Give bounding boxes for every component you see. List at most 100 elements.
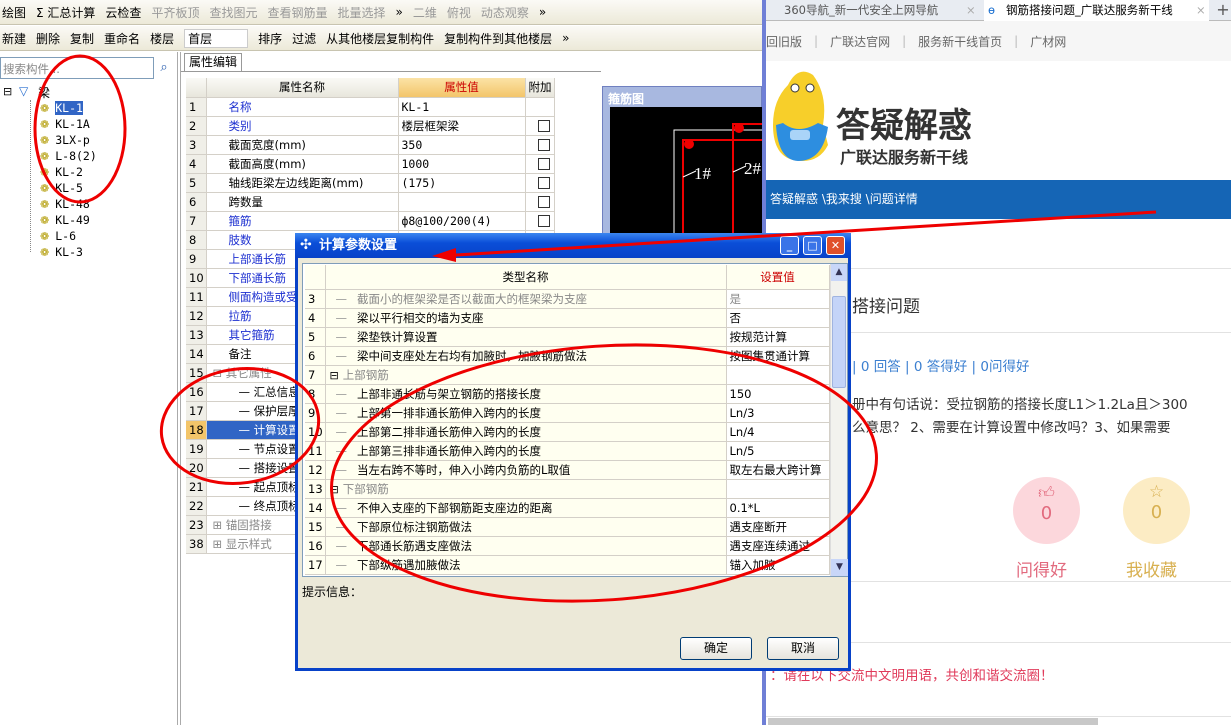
search-input[interactable]: 搜索构件...: [0, 57, 154, 79]
toolbar-item[interactable]: Σ 汇总计算: [36, 4, 95, 21]
toolbar-item[interactable]: 删除: [36, 30, 60, 47]
property-row[interactable]: 5 轴线距梁左边线距离(mm) (175): [186, 173, 555, 193]
settings-row[interactable]: 8 — 上部非通长筋与架立钢筋的搭接长度 150: [305, 384, 830, 404]
scroll-down-icon[interactable]: ▼: [831, 559, 848, 576]
toolbar-item[interactable]: 俯视: [447, 4, 471, 21]
property-value[interactable]: 楼层框架梁: [398, 116, 526, 136]
vertical-scrollbar[interactable]: ▲ ▼: [830, 264, 848, 576]
nav-link[interactable]: 广材网: [1030, 33, 1066, 50]
browser-tab-360[interactable]: 360导航_新一代安全上网导航 ×: [770, 1, 980, 20]
nav-link[interactable]: 广联达官网: [830, 33, 890, 50]
property-value[interactable]: ф8@100/200(4): [398, 211, 526, 231]
settings-row[interactable]: 15 — 下部原位标注钢筋做法 遇支座断开: [305, 517, 830, 537]
toolbar-item[interactable]: 绘图: [2, 4, 26, 21]
toolbar-item[interactable]: »: [562, 31, 569, 45]
settings-row[interactable]: 11 — 上部第三排非通长筋伸入跨内的长度 Ln/5: [305, 441, 830, 461]
close-icon[interactable]: ×: [1196, 0, 1206, 20]
toolbar-item[interactable]: 复制: [70, 30, 94, 47]
floor-select[interactable]: 首层: [184, 28, 249, 48]
tree-item[interactable]: ❁ L-8(2): [40, 148, 97, 164]
setting-value[interactable]: Ln/5: [726, 441, 830, 461]
close-button[interactable]: ✕: [826, 236, 845, 255]
tree-item[interactable]: ❁ 3LX-p: [40, 132, 90, 148]
property-value[interactable]: 350: [398, 135, 526, 155]
extra-checkbox[interactable]: [537, 158, 550, 170]
toolbar-item[interactable]: »: [396, 5, 403, 19]
setting-value[interactable]: [726, 365, 830, 385]
tree-item[interactable]: ❁ KL-3: [40, 244, 83, 260]
cancel-button[interactable]: 取消: [767, 637, 839, 660]
toolbar-item[interactable]: 重命名: [104, 30, 140, 47]
toolbar-item[interactable]: 平齐板顶: [151, 4, 199, 21]
settings-row[interactable]: 6 — 梁中间支座处左右均有加腋时，加腋钢筋做法 按图集贯通计算: [305, 346, 830, 366]
toolbar-item[interactable]: 查看钢筋量: [267, 4, 327, 21]
settings-row[interactable]: 14 — 不伸入支座的下部钢筋距支座边的距离 0.1*L: [305, 498, 830, 518]
extra-checkbox[interactable]: [537, 139, 550, 151]
property-row[interactable]: 4 截面高度(mm) 1000: [186, 154, 555, 174]
extra-checkbox[interactable]: [537, 196, 550, 208]
extra-checkbox[interactable]: [537, 120, 550, 132]
toolbar-item[interactable]: »: [539, 5, 546, 19]
tab-property-edit[interactable]: 属性编辑: [184, 53, 242, 71]
breadcrumb[interactable]: 答疑解惑 \我来搜 \问题详情: [766, 180, 1231, 219]
browser-tab-active[interactable]: ɵ 钢筋搭接问题_广联达服务新干线 ×: [984, 0, 1209, 21]
maximize-button[interactable]: □: [803, 236, 822, 255]
toolbar-item[interactable]: 排序: [258, 30, 282, 47]
settings-row[interactable]: 16 — 下部通长筋遇支座做法 遇支座连续通过: [305, 536, 830, 556]
tree-item[interactable]: ❁ KL-1A: [40, 116, 90, 132]
toolbar-item[interactable]: 批量选择: [337, 4, 385, 21]
setting-value[interactable]: 锚入加腋: [726, 555, 830, 575]
nav-link[interactable]: 回旧版: [766, 33, 802, 50]
favorite-label[interactable]: 我收藏: [1126, 556, 1177, 581]
toolbar-item[interactable]: 复制构件到其他楼层: [444, 30, 552, 47]
property-row[interactable]: 1 名称 KL-1: [186, 97, 555, 117]
setting-value[interactable]: 取左右最大跨计算: [726, 460, 830, 480]
toolbar-item[interactable]: 动态观察: [481, 4, 529, 21]
ok-button[interactable]: 确定: [680, 637, 752, 660]
collapse-icon[interactable]: ⊟: [330, 369, 339, 382]
tree-item[interactable]: ❁ KL-2: [40, 164, 83, 180]
settings-row[interactable]: 7 ⊟ 上部钢筋: [305, 365, 830, 385]
settings-row[interactable]: 5 — 梁垫铁计算设置 按规范计算: [305, 327, 830, 347]
toolbar-item[interactable]: 云检查: [105, 4, 141, 21]
setting-value[interactable]: 是: [726, 289, 830, 309]
scrollbar-thumb[interactable]: [832, 296, 846, 388]
new-tab-button[interactable]: +: [1213, 0, 1231, 21]
setting-value[interactable]: 按规范计算: [726, 327, 830, 347]
property-value[interactable]: KL-1: [398, 97, 526, 117]
property-row[interactable]: 6 跨数量: [186, 192, 555, 212]
toolbar-item[interactable]: 查找图元: [209, 4, 257, 21]
toolbar-item[interactable]: 从其他楼层复制构件: [326, 30, 434, 47]
nav-link[interactable]: 服务新干线首页: [918, 33, 1002, 50]
scroll-up-icon[interactable]: ▲: [831, 264, 847, 281]
good-question-button[interactable]: 👍︎ 0: [1013, 477, 1080, 544]
settings-row[interactable]: 4 — 梁以平行相交的墙为支座 否: [305, 308, 830, 328]
tree-item[interactable]: ❁ KL-48: [40, 196, 90, 212]
settings-row[interactable]: 17 — 下部纵筋遇加腋做法 锚入加腋: [305, 555, 830, 575]
search-icon[interactable]: ⌕: [154, 57, 174, 79]
setting-value[interactable]: [726, 479, 830, 499]
settings-row[interactable]: 10 — 上部第二排非通长筋伸入跨内的长度 Ln/4: [305, 422, 830, 442]
setting-value[interactable]: 遇支座连续通过: [726, 536, 830, 556]
property-row[interactable]: 7 箍筋 ф8@100/200(4): [186, 211, 555, 231]
collapse-icon[interactable]: ⊟: [330, 483, 339, 496]
settings-row[interactable]: 12 — 当左右跨不等时，伸入小跨内负筋的L取值 取左右最大跨计算: [305, 460, 830, 480]
property-value[interactable]: 1000: [398, 154, 526, 174]
dialog-titlebar[interactable]: ✣ 计算参数设置 _ □ ✕: [295, 233, 851, 258]
property-value[interactable]: (175): [398, 173, 526, 193]
tree-item[interactable]: ❁ KL-5: [40, 180, 83, 196]
settings-row[interactable]: 13 ⊟ 下部钢筋: [305, 479, 830, 499]
property-row[interactable]: 2 类别 楼层框架梁: [186, 116, 555, 136]
toolbar-item[interactable]: 过滤: [292, 30, 316, 47]
tree-item[interactable]: ❁ L-6: [40, 228, 76, 244]
setting-value[interactable]: Ln/3: [726, 403, 830, 423]
toolbar-item[interactable]: 二维: [413, 4, 437, 21]
property-row[interactable]: 3 截面宽度(mm) 350: [186, 135, 555, 155]
setting-value[interactable]: 150: [726, 384, 830, 404]
minimize-button[interactable]: _: [780, 236, 799, 255]
good-question-label[interactable]: 问得好: [1016, 556, 1067, 581]
settings-row[interactable]: 3 — 截面小的框架梁是否以截面大的框架梁为支座 是: [305, 289, 830, 309]
extra-checkbox[interactable]: [537, 215, 550, 227]
collapse-icon[interactable]: ⊟: [3, 85, 12, 98]
toolbar-item[interactable]: 新建: [2, 30, 26, 47]
